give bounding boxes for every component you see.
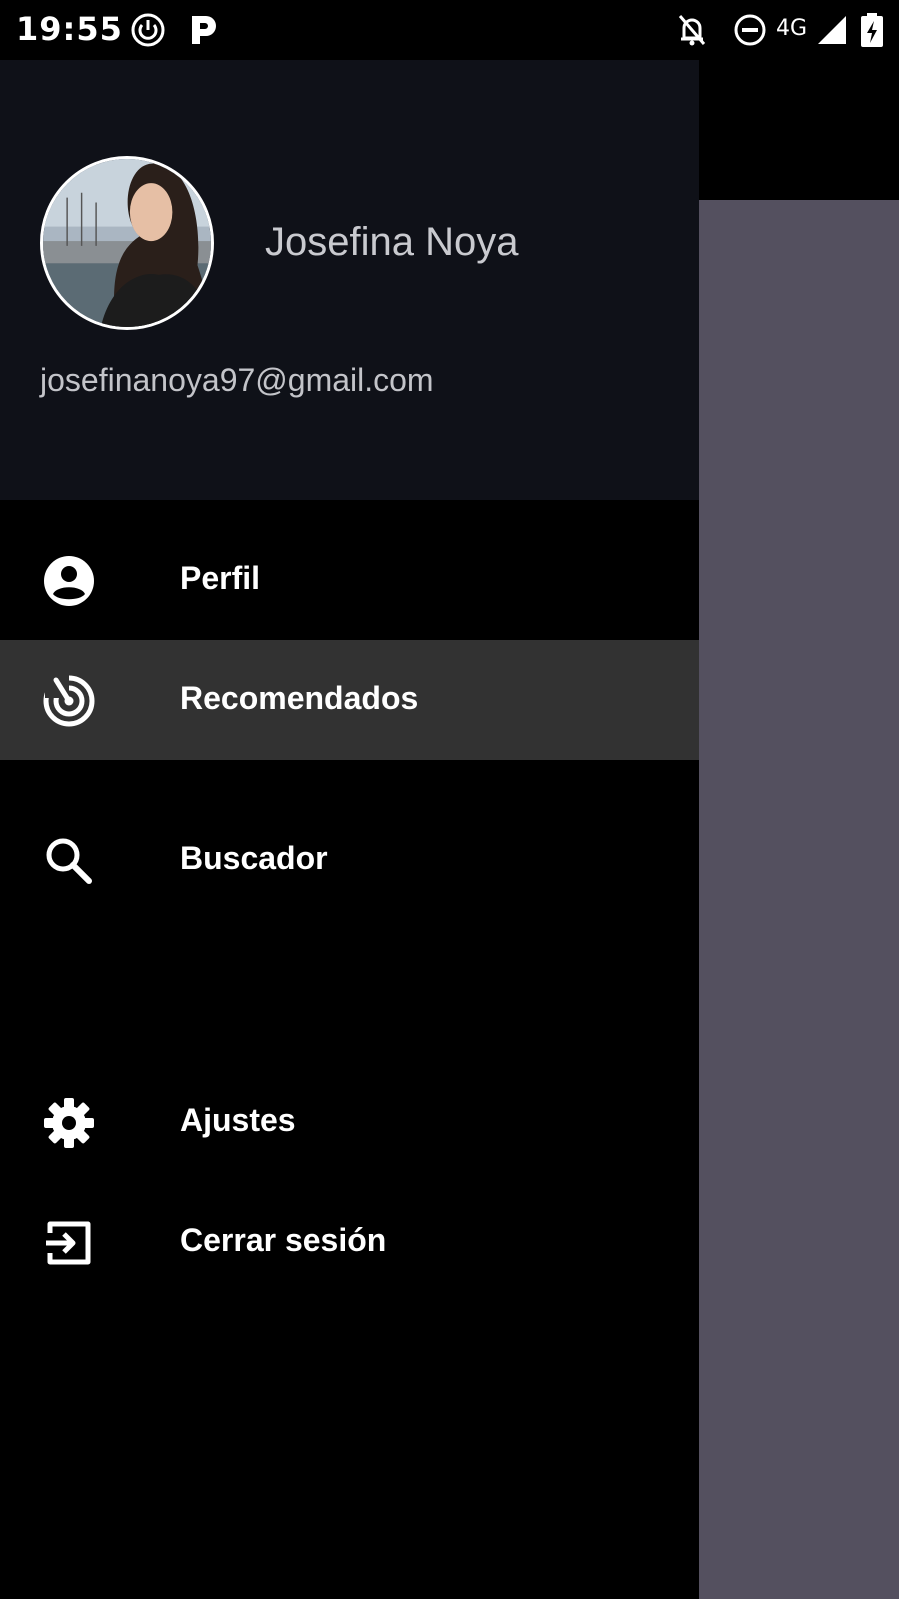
user-email: josefinanoya97@gmail.com xyxy=(40,362,434,398)
power-circle-icon xyxy=(131,13,165,47)
nav-item-buscador[interactable]: Buscador xyxy=(0,800,699,920)
nav-item-cerrar-sesion[interactable]: Cerrar sesión xyxy=(0,1182,699,1302)
nav-item-ajustes[interactable]: Ajustes xyxy=(0,1062,699,1182)
logout-icon xyxy=(46,1221,91,1265)
notifications-off-icon xyxy=(678,15,706,46)
nav-item-label: Cerrar sesión xyxy=(180,1222,387,1258)
signal-icon xyxy=(818,16,846,44)
drawer-header: Josefina Noya josefinanoya97@gmail.com xyxy=(0,60,699,500)
nav-item-label: Ajustes xyxy=(180,1102,296,1138)
nav-item-label: Recomendados xyxy=(180,680,419,716)
nav-item-recomendados[interactable]: Recomendados xyxy=(0,640,699,760)
search-icon xyxy=(46,838,92,884)
user-name: Josefina Noya xyxy=(265,220,519,264)
status-bar: 19:55 4G xyxy=(0,0,899,60)
network-type: 4G xyxy=(776,16,808,41)
account-circle-icon xyxy=(44,556,94,606)
navigation-drawer: Josefina Noya josefinanoya97@gmail.com P… xyxy=(0,60,699,1599)
avatar-photo xyxy=(43,159,211,327)
parking-p-icon xyxy=(192,16,216,44)
battery-charging-icon xyxy=(861,13,883,47)
radar-icon xyxy=(43,674,95,727)
nav-item-perfil[interactable]: Perfil xyxy=(0,520,699,640)
gear-icon xyxy=(44,1098,94,1148)
nav-item-label: Perfil xyxy=(180,560,261,596)
nav-item-label: Buscador xyxy=(180,840,328,876)
status-time: 19:55 xyxy=(16,10,123,48)
avatar[interactable] xyxy=(40,156,214,330)
do-not-disturb-icon xyxy=(734,14,766,46)
